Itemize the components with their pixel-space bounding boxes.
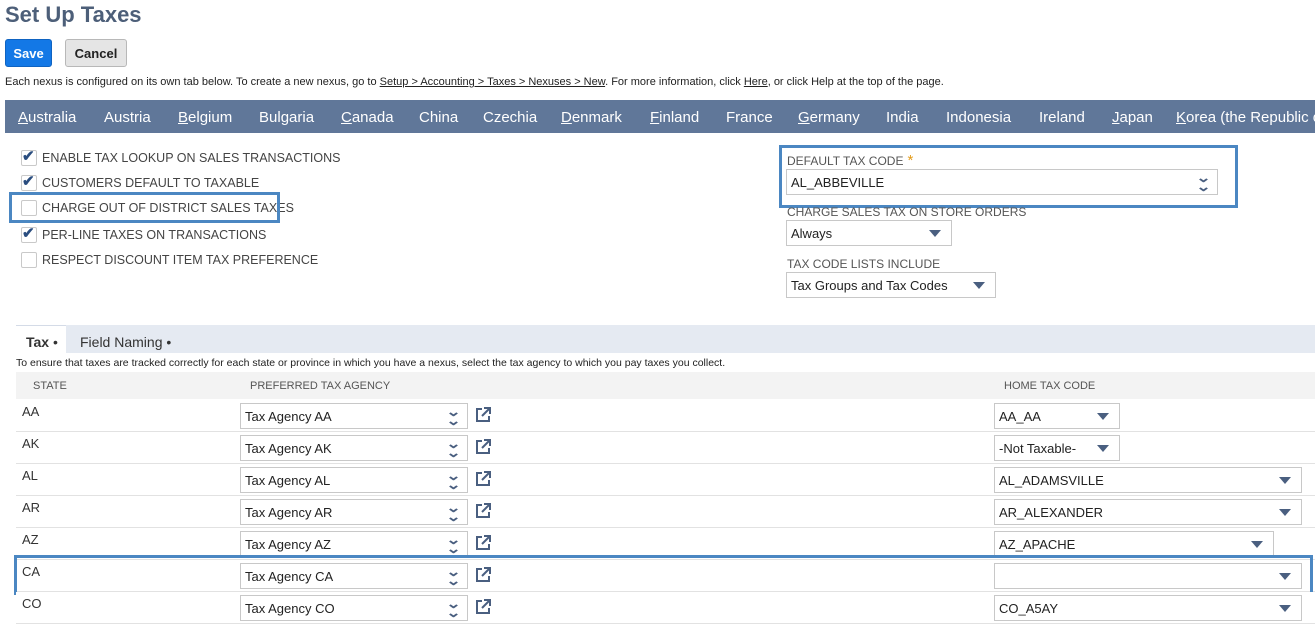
grid-header xyxy=(16,372,1315,399)
chevron-down-icon xyxy=(1279,605,1291,612)
tab-austria[interactable]: Austria xyxy=(104,109,151,126)
chevron-double-down-icon: ⌄ ⌄ xyxy=(445,436,462,460)
chevron-down-icon xyxy=(1097,445,1109,452)
col-home-tax-code: HOME TAX CODE xyxy=(1004,380,1096,392)
per-line-taxes-label: PER-LINE TAXES ON TRANSACTIONS xyxy=(42,228,267,242)
tab-indonesia[interactable]: Indonesia xyxy=(946,109,1011,126)
home-tax-code-select[interactable]: -Not Taxable- xyxy=(994,435,1120,461)
external-link-icon[interactable] xyxy=(475,503,491,519)
chevron-down-icon xyxy=(1279,509,1291,516)
external-link-icon[interactable] xyxy=(475,535,491,551)
chevron-down-icon xyxy=(1279,477,1291,484)
home-tax-code-select[interactable]: AL_ADAMSVILLE xyxy=(994,467,1302,493)
col-state: STATE xyxy=(33,380,67,392)
charge-sales-tax-label: CHARGE SALES TAX ON STORE ORDERS xyxy=(787,205,1027,219)
tab-china[interactable]: China xyxy=(419,109,458,126)
tab-denmark[interactable]: Denmark xyxy=(561,109,622,126)
charge-sales-tax-select[interactable]: Always xyxy=(786,220,952,246)
chevron-down-icon xyxy=(929,230,941,237)
chevron-double-down-icon: ⌄ ⌄ xyxy=(445,404,462,428)
chevron-double-down-icon: ⌄ ⌄ xyxy=(445,532,462,556)
tab-finland[interactable]: Finland xyxy=(650,109,699,126)
customers-default-taxable-label: CUSTOMERS DEFAULT TO TAXABLE xyxy=(42,176,260,190)
home-tax-code-select[interactable]: AR_ALEXANDER xyxy=(994,499,1302,525)
highlight-box xyxy=(14,555,1313,595)
subtab-bar xyxy=(16,325,1315,353)
info-prefix: Each nexus is configured on its own tab … xyxy=(5,76,380,88)
tab-tax[interactable]: Tax • xyxy=(26,334,58,350)
per-line-taxes-checkbox[interactable]: ✔ xyxy=(21,225,37,243)
tab-belgium[interactable]: Belgium xyxy=(178,109,232,126)
enable-tax-lookup-checkbox[interactable]: ✔ xyxy=(21,148,37,166)
col-preferred-agency: PREFERRED TAX AGENCY xyxy=(250,380,391,392)
info-middle: . For more information, click xyxy=(605,76,744,88)
state-cell: AZ xyxy=(22,532,39,547)
chevron-down-icon xyxy=(1251,541,1263,548)
chevron-down-icon xyxy=(1097,413,1109,420)
table-row: AK xyxy=(16,432,1315,464)
state-cell: AR xyxy=(22,500,41,515)
country-tab-bar: Australia Austria Belgium Bulgaria Canad… xyxy=(5,100,1315,133)
enable-tax-lookup-label: ENABLE TAX LOOKUP ON SALES TRANSACTIONS xyxy=(42,151,341,165)
respect-discount-label: RESPECT DISCOUNT ITEM TAX PREFERENCE xyxy=(42,253,319,267)
tab-korea[interactable]: Korea (the Republic of) xyxy=(1176,109,1315,126)
highlight-box xyxy=(779,145,1238,208)
tax-tab-note: To ensure that taxes are tracked correct… xyxy=(16,357,726,369)
customers-default-taxable-row[interactable]: ✔ CUSTOMERS DEFAULT TO TAXABLE xyxy=(21,173,259,193)
state-cell: CO xyxy=(22,596,42,611)
agency-select[interactable]: Tax Agency AA ⌄ ⌄ xyxy=(240,403,468,429)
external-link-icon[interactable] xyxy=(475,471,491,487)
tax-code-lists-label: TAX CODE LISTS INCLUDE xyxy=(787,257,941,271)
customers-default-taxable-checkbox[interactable]: ✔ xyxy=(21,173,37,191)
tab-canada[interactable]: Canada xyxy=(341,109,394,126)
tab-bulgaria[interactable]: Bulgaria xyxy=(259,109,314,126)
tab-ireland[interactable]: Ireland xyxy=(1039,109,1085,126)
chevron-down-icon xyxy=(973,282,985,289)
tab-germany[interactable]: Germany xyxy=(798,109,860,126)
tax-code-lists-select[interactable]: Tax Groups and Tax Codes xyxy=(786,272,996,298)
page-title: Set Up Taxes xyxy=(5,2,142,27)
chevron-double-down-icon: ⌄ ⌄ xyxy=(445,500,462,524)
check-icon: ✔ xyxy=(22,173,35,190)
state-cell: AK xyxy=(22,436,40,451)
agency-select[interactable]: Tax Agency AR ⌄ ⌄ xyxy=(240,499,468,525)
external-link-icon[interactable] xyxy=(475,599,491,615)
external-link-icon[interactable] xyxy=(475,439,491,455)
respect-discount-row[interactable]: RESPECT DISCOUNT ITEM TAX PREFERENCE xyxy=(21,250,318,270)
home-tax-code-select[interactable]: CO_A5AY xyxy=(994,595,1302,621)
tab-australia[interactable]: Australia xyxy=(18,109,76,126)
tab-czechia[interactable]: Czechia xyxy=(483,109,537,126)
per-line-taxes-row[interactable]: ✔ PER-LINE TAXES ON TRANSACTIONS xyxy=(21,225,266,245)
cancel-button[interactable]: Cancel xyxy=(65,39,127,67)
check-icon: ✔ xyxy=(22,148,35,165)
respect-discount-checkbox[interactable] xyxy=(21,252,37,268)
state-cell: AA xyxy=(22,404,40,419)
chevron-double-down-icon: ⌄ ⌄ xyxy=(445,468,462,492)
save-button[interactable]: Save xyxy=(5,39,52,67)
here-link[interactable]: Here xyxy=(744,76,768,88)
state-cell: AL xyxy=(22,468,38,483)
agency-select[interactable]: Tax Agency CO ⌄ ⌄ xyxy=(240,595,468,621)
check-icon: ✔ xyxy=(22,225,35,242)
nexus-path-link[interactable]: Setup > Accounting > Taxes > Nexuses > N… xyxy=(380,76,605,88)
table-row: AA xyxy=(16,400,1315,432)
chevron-double-down-icon: ⌄ ⌄ xyxy=(445,596,462,620)
tab-india[interactable]: India xyxy=(886,109,919,126)
enable-tax-lookup-row[interactable]: ✔ ENABLE TAX LOOKUP ON SALES TRANSACTION… xyxy=(21,148,340,168)
agency-select[interactable]: Tax Agency AK ⌄ ⌄ xyxy=(240,435,468,461)
home-tax-code-select[interactable]: AA_AA xyxy=(994,403,1120,429)
external-link-icon[interactable] xyxy=(475,407,491,423)
home-tax-code-select[interactable]: AZ_APACHE xyxy=(994,531,1274,557)
info-suffix: , or click Help at the top of the page. xyxy=(767,76,944,88)
info-text: Each nexus is configured on its own tab … xyxy=(5,76,944,88)
tab-japan[interactable]: Japan xyxy=(1112,109,1153,126)
agency-select[interactable]: Tax Agency AZ ⌄ ⌄ xyxy=(240,531,468,557)
agency-select[interactable]: Tax Agency AL ⌄ ⌄ xyxy=(240,467,468,493)
tab-france[interactable]: France xyxy=(726,109,773,126)
highlight-box xyxy=(9,192,280,223)
tab-field-naming[interactable]: Field Naming • xyxy=(80,334,171,350)
